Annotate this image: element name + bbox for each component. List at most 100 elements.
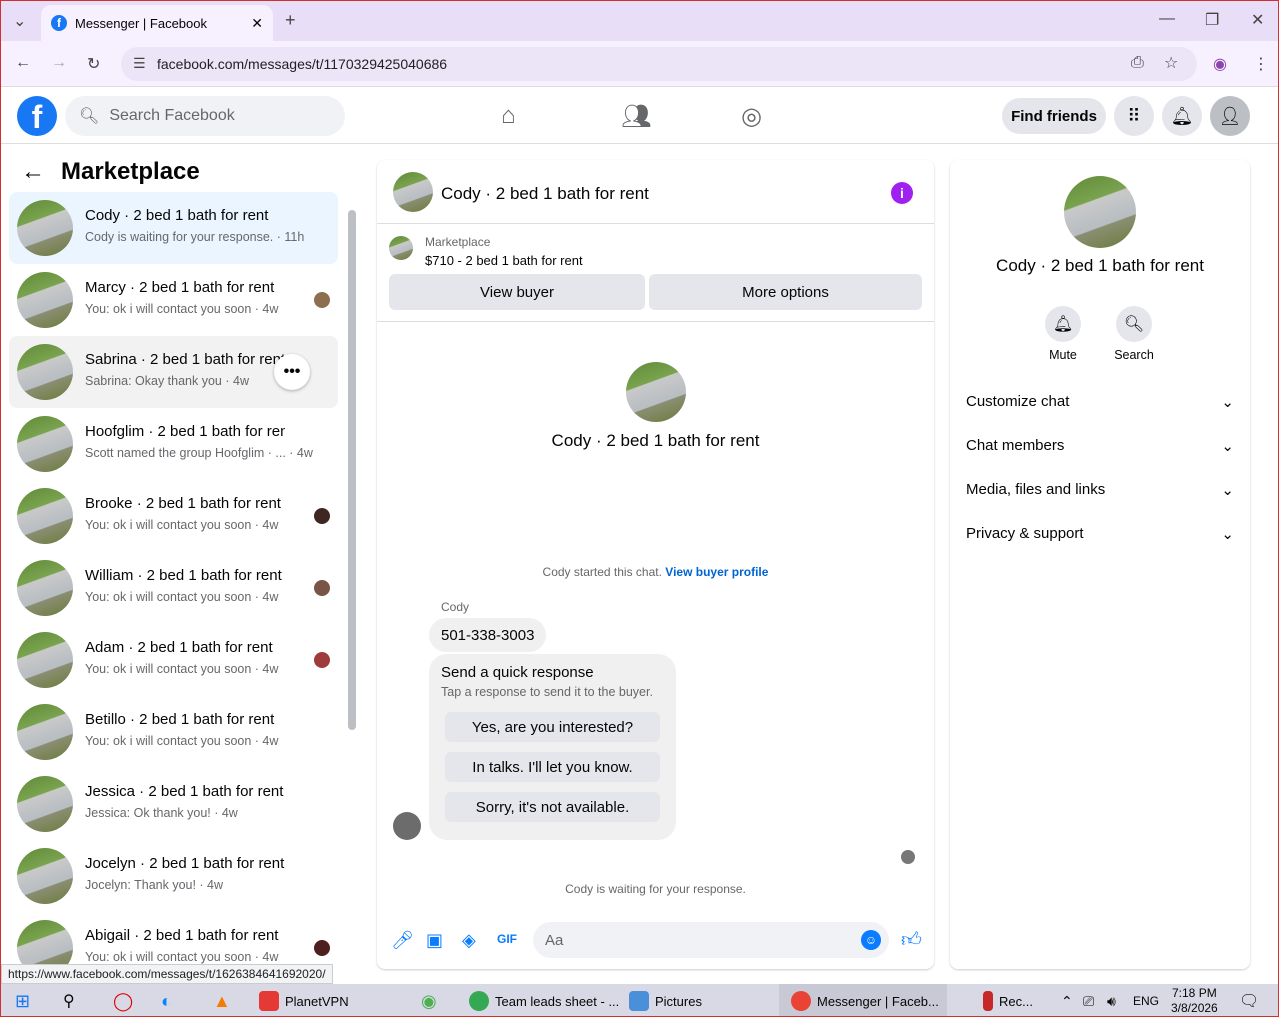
chat-preview: You: ok i will contact you soon · 4w [85, 734, 279, 748]
scrollbar[interactable] [348, 210, 356, 730]
chat-list-item[interactable]: Cody · 2 bed 1 bath for rent Cody is wait… [9, 192, 338, 264]
search-icon: 🔍︎ [79, 108, 100, 125]
microphone-icon[interactable]: 🎤︎ [391, 930, 414, 951]
chat-list-item[interactable]: Jessica · 2 bed 1 bath for rent Jessica: … [9, 768, 338, 840]
home-icon[interactable]: ⌂ [501, 102, 516, 130]
facebook-logo-icon[interactable]: f [17, 96, 57, 136]
taskbar-messenger[interactable]: Messenger | Faceb... [779, 984, 947, 1016]
close-window-icon[interactable]: ✕ [1251, 10, 1264, 30]
quick-response-card: Send a quick response Tap a response to … [429, 654, 676, 840]
conversation-title[interactable]: Cody · 2 bed 1 bath for rent [441, 184, 649, 204]
close-tab-icon[interactable]: ✕ [251, 15, 263, 32]
chrome-profile-icon [791, 991, 811, 1011]
taskbar-team-leads[interactable]: Team leads sheet - ... [469, 984, 619, 1016]
quick-reply-in-talks-button[interactable]: In talks. I'll let you know. [445, 752, 660, 782]
chat-thumbnail [17, 632, 73, 688]
clock[interactable]: 7:18 PM 3/8/2026 [1171, 984, 1218, 1016]
forward-icon[interactable]: → [51, 54, 67, 72]
details-name: Cody · 2 bed 1 bath for rent [996, 256, 1204, 275]
opera-icon[interactable]: ◯ [113, 984, 133, 1016]
search-label: Search [1114, 348, 1154, 362]
waiting-notice: Cody is waiting for your response. [565, 882, 746, 896]
install-app-icon[interactable]: ⎙ [1131, 54, 1144, 72]
chat-list-item[interactable]: Marcy · 2 bed 1 bath for rent You: ok i w… [9, 264, 338, 336]
bookmark-star-icon[interactable]: ☆ [1164, 53, 1178, 73]
chat-name: Sabrina · 2 bed 1 bath for rent [85, 351, 285, 368]
photo-icon[interactable]: ▣ [426, 930, 443, 951]
back-icon[interactable]: ← [15, 54, 31, 72]
maximize-icon[interactable]: ❐ [1205, 10, 1219, 30]
tray-chevron-icon[interactable]: ⌃ [1061, 984, 1073, 1016]
reload-icon[interactable]: ↻ [87, 54, 100, 74]
chevron-down-icon: ⌄ [1221, 394, 1234, 411]
taskbar-search-icon[interactable]: ⚲ [63, 984, 75, 1016]
taskbar-recorder[interactable]: Rec... [983, 984, 1033, 1016]
bell-icon[interactable]: 🔔︎ [1045, 306, 1081, 342]
view-buyer-button[interactable]: View buyer [389, 274, 645, 310]
edge-icon[interactable]: ◐ [161, 984, 172, 1016]
notifications-bell-icon[interactable]: 🔔︎ [1162, 96, 1202, 136]
section-privacy-support[interactable]: Privacy & support ⌄ [966, 525, 1234, 543]
chat-list-item[interactable]: Hoofglim · 2 bed 1 bath for rent Scott na… [9, 408, 338, 480]
chat-thumbnail [17, 704, 73, 760]
more-options-icon[interactable]: ••• [274, 354, 310, 390]
chat-list-item[interactable]: Jocelyn · 2 bed 1 bath for rent Jocelyn: … [9, 840, 338, 912]
site-info-icon[interactable]: ☰ [133, 55, 146, 72]
mute-action[interactable]: 🔔︎ Mute [1033, 306, 1093, 362]
message-bubble[interactable]: 501-338-3003 [429, 618, 547, 652]
quick-reply-interested-button[interactable]: Yes, are you interested? [445, 712, 660, 742]
quick-reply-not-available-button[interactable]: Sorry, it's not available. [445, 792, 660, 822]
minimize-icon[interactable]: — [1159, 10, 1175, 28]
chat-list-item[interactable]: Sabrina · 2 bed 1 bath for rent Sabrina: … [9, 336, 338, 408]
browser-tab[interactable]: f Messenger | Facebook ✕ [41, 5, 273, 41]
chat-list-item[interactable]: William · 2 bed 1 bath for rent You: ok i… [9, 552, 338, 624]
search-input[interactable]: 🔍︎ Search Facebook [65, 96, 345, 136]
view-buyer-profile-link[interactable]: View buyer profile [665, 565, 768, 579]
taskbar-planetvpn[interactable]: PlanetVPN [259, 984, 349, 1016]
sticker-icon[interactable]: ◈ [462, 930, 476, 951]
new-tab-icon[interactable]: + [285, 10, 296, 31]
friends-icon[interactable]: 👥︎ [621, 102, 651, 131]
info-icon[interactable]: i [891, 182, 913, 204]
listing-price-title[interactable]: $710 - 2 bed 1 bath for rent [425, 253, 583, 268]
emoji-icon[interactable]: ☺ [861, 930, 881, 950]
section-media-files-links[interactable]: Media, files and links ⌄ [966, 481, 1234, 499]
url-field[interactable]: ☰ facebook.com/messages/t/11703294250406… [121, 47, 1197, 81]
windows-start-icon[interactable]: ⊞ [15, 984, 30, 1016]
notification-center-icon[interactable]: 🗨︎ [1239, 984, 1259, 1016]
started-text: Cody started this chat. [542, 565, 662, 579]
chat-thumbnail [17, 416, 73, 472]
profile-icon[interactable]: ◉ [1213, 54, 1227, 74]
chat-name: Brooke · 2 bed 1 bath for rent [85, 495, 281, 512]
chrome-icon[interactable]: ◉ [421, 984, 437, 1016]
message-input[interactable]: Aa ☺ [533, 922, 889, 958]
groups-icon[interactable]: ◎ [741, 102, 762, 131]
tab-list-icon[interactable]: ⌄ [13, 11, 26, 31]
listing-thumbnail [389, 236, 413, 260]
chat-preview: You: ok i will contact you soon · 4w [85, 662, 279, 676]
menu-grid-icon[interactable]: ⠿ [1114, 96, 1154, 136]
find-friends-button[interactable]: Find friends [1002, 98, 1106, 134]
language-indicator[interactable]: ENG [1133, 984, 1159, 1016]
search-action[interactable]: 🔍︎ Search [1104, 306, 1164, 362]
section-customize-chat[interactable]: Customize chat ⌄ [966, 393, 1234, 411]
chat-list-item[interactable]: Adam · 2 bed 1 bath for rent You: ok i wi… [9, 624, 338, 696]
menu-kebab-icon[interactable]: ⋮ [1253, 54, 1269, 74]
photos-icon [629, 991, 649, 1011]
chat-list-item[interactable]: Brooke · 2 bed 1 bath for rent You: ok i … [9, 480, 338, 552]
vlc-icon[interactable]: ▲ [213, 984, 231, 1016]
section-chat-members[interactable]: Chat members ⌄ [966, 437, 1234, 455]
taskbar-pictures[interactable]: Pictures [629, 984, 702, 1016]
chat-thumbnail [17, 272, 73, 328]
search-icon[interactable]: 🔍︎ [1116, 306, 1152, 342]
chat-list-item[interactable]: Betillo · 2 bed 1 bath for rent You: ok i… [9, 696, 338, 768]
more-options-button[interactable]: More options [649, 274, 922, 310]
conversation-avatar[interactable] [393, 172, 433, 212]
gif-icon[interactable]: GIF [497, 932, 517, 946]
back-arrow-icon[interactable]: ← [21, 158, 45, 186]
tab-bar: ⌄ f Messenger | Facebook ✕ + — ❐ ✕ [1, 1, 1278, 41]
network-icon[interactable]: ⎚ [1083, 984, 1094, 1016]
account-avatar[interactable]: 👤︎ [1210, 96, 1250, 136]
volume-icon[interactable]: 🔊︎ [1107, 984, 1116, 1016]
thumbs-up-icon[interactable]: 👍︎ [901, 928, 922, 952]
